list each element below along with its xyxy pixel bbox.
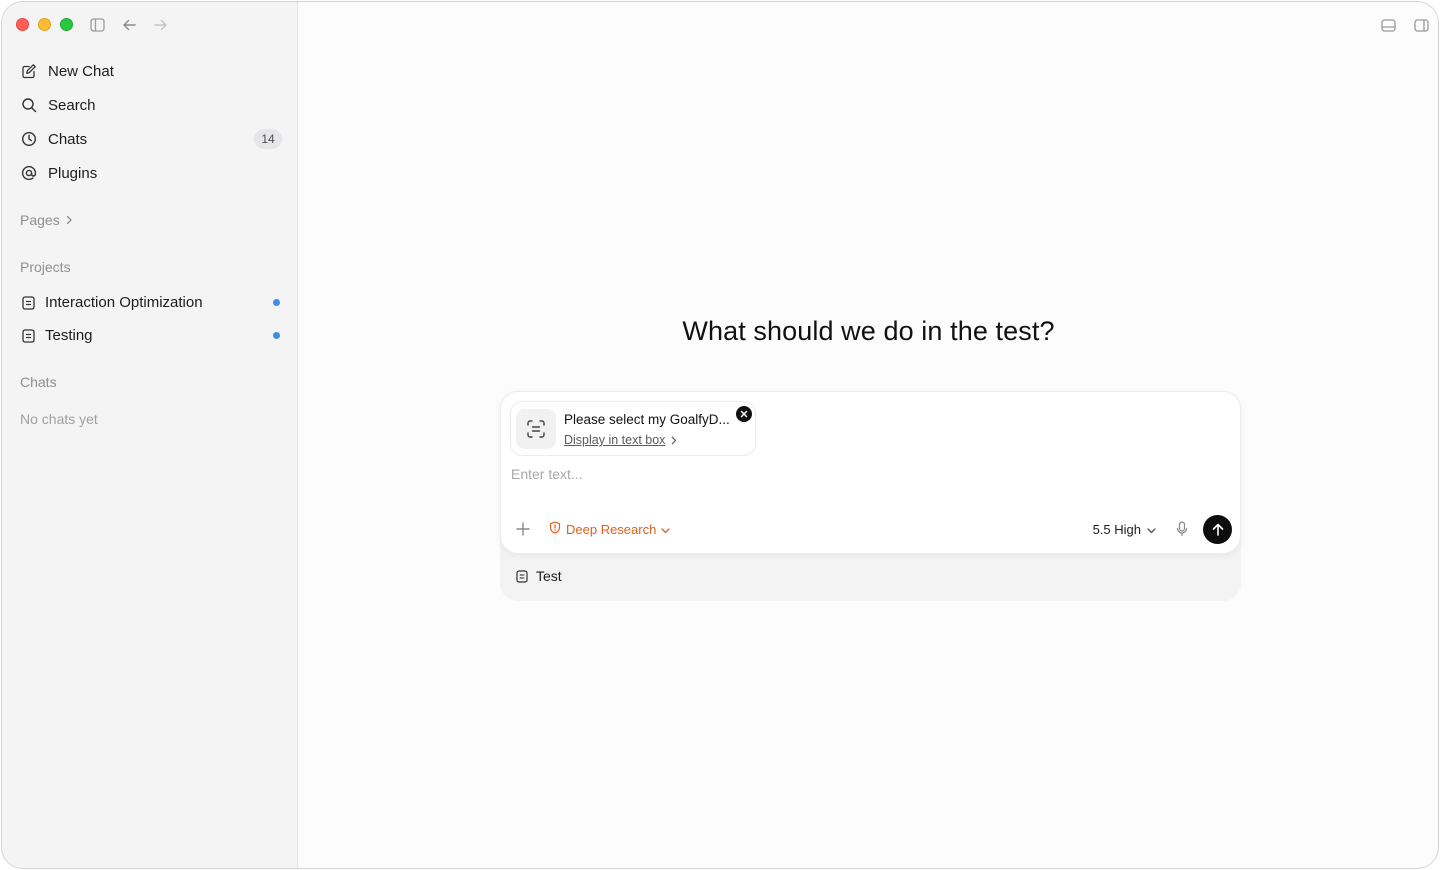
chats-count-badge: 14: [254, 129, 282, 149]
sidebar-item-plugins[interactable]: Plugins: [12, 156, 290, 190]
chevron-down-icon: [661, 522, 670, 537]
sidebar-nav: New Chat Search Chats 14 Plugins: [12, 54, 290, 190]
message-input[interactable]: [511, 462, 1211, 486]
display-in-text-box-link[interactable]: Display in text box: [564, 433, 677, 447]
project-label: Interaction Optimization: [45, 294, 203, 311]
attachment-link-label: Display in text box: [564, 433, 666, 447]
chevron-right-icon: [66, 212, 73, 228]
sidebar-item-chats[interactable]: Chats 14: [12, 122, 290, 156]
sidebar-item-search[interactable]: Search: [12, 88, 290, 122]
main-content: What should we do in the test? Please se…: [299, 2, 1438, 868]
close-icon: [740, 410, 748, 418]
chevron-right-icon: [671, 436, 677, 445]
forward-arrow-icon[interactable]: [152, 16, 170, 34]
window-toolbar: [1379, 16, 1430, 34]
screen-capture-icon: [516, 409, 556, 449]
mode-selector-button[interactable]: Deep Research: [549, 521, 670, 537]
model-selector-button[interactable]: 5.5 High: [1093, 522, 1156, 537]
document-icon: [20, 328, 36, 344]
composer-right-tools: 5.5 High: [1093, 514, 1232, 544]
projects-section-label: Projects: [20, 259, 71, 275]
context-item-label: Test: [536, 568, 562, 584]
composer: Please select my GoalfyD... Display in t…: [500, 391, 1241, 554]
mode-label: Deep Research: [566, 521, 657, 537]
sidebar-toggle-icon[interactable]: [88, 16, 106, 34]
sidebar-item-label: New Chat: [48, 62, 114, 80]
pages-section-toggle[interactable]: Pages: [20, 212, 73, 228]
project-context-item[interactable]: Test: [515, 568, 562, 584]
document-icon: [515, 569, 529, 583]
clock-icon: [20, 130, 38, 148]
microphone-icon: [1176, 521, 1188, 537]
document-icon: [20, 295, 36, 311]
sidebar: New Chat Search Chats 14 Plugins Pages P…: [2, 2, 298, 868]
back-arrow-icon[interactable]: [120, 16, 138, 34]
chevron-down-icon: [1147, 522, 1156, 537]
composer-toolbar: Deep Research 5.5 High: [513, 514, 1232, 544]
app-window: New Chat Search Chats 14 Plugins Pages P…: [1, 1, 1439, 869]
attachment-card[interactable]: Please select my GoalfyD... Display in t…: [510, 401, 756, 456]
at-sign-icon: [20, 164, 38, 182]
close-window-button[interactable]: [16, 18, 29, 31]
window-controls: [16, 18, 73, 31]
no-chats-message: No chats yet: [20, 411, 98, 427]
unread-dot: [273, 299, 280, 306]
page-title: What should we do in the test?: [682, 316, 1055, 346]
minimize-window-button[interactable]: [38, 18, 51, 31]
projects-label: Projects: [20, 259, 71, 275]
sidebar-item-label: Search: [48, 96, 96, 114]
chats-label: Chats: [20, 374, 57, 390]
chats-section-label: Chats: [20, 374, 57, 390]
sidebar-item-label: Chats: [48, 130, 88, 148]
project-label: Testing: [45, 327, 93, 344]
attachment-title: Please select my GoalfyD...: [564, 412, 730, 427]
bottom-panel-icon[interactable]: [1379, 16, 1397, 34]
voice-input-button[interactable]: [1172, 519, 1192, 539]
arrow-up-icon: [1212, 523, 1223, 536]
sidebar-item-label: Plugins: [48, 164, 98, 182]
search-icon: [20, 96, 38, 114]
zoom-window-button[interactable]: [60, 18, 73, 31]
project-item-interaction-optimization[interactable]: Interaction Optimization: [12, 286, 290, 319]
research-shield-icon: [549, 521, 561, 537]
add-attachment-button[interactable]: [513, 519, 533, 539]
projects-list: Interaction Optimization Testing: [12, 286, 290, 352]
pages-label: Pages: [20, 212, 60, 228]
model-label: 5.5 High: [1092, 521, 1141, 537]
compose-icon: [20, 62, 38, 80]
unread-dot: [273, 332, 280, 339]
sidebar-item-new-chat[interactable]: New Chat: [12, 54, 290, 88]
send-button[interactable]: [1203, 514, 1232, 544]
sidebar-toolbar: [88, 16, 170, 34]
right-panel-icon[interactable]: [1412, 16, 1430, 34]
project-item-testing[interactable]: Testing: [12, 319, 290, 352]
plus-icon: [516, 522, 530, 536]
composer-container: Please select my GoalfyD... Display in t…: [500, 391, 1241, 601]
remove-attachment-button[interactable]: [736, 406, 752, 422]
